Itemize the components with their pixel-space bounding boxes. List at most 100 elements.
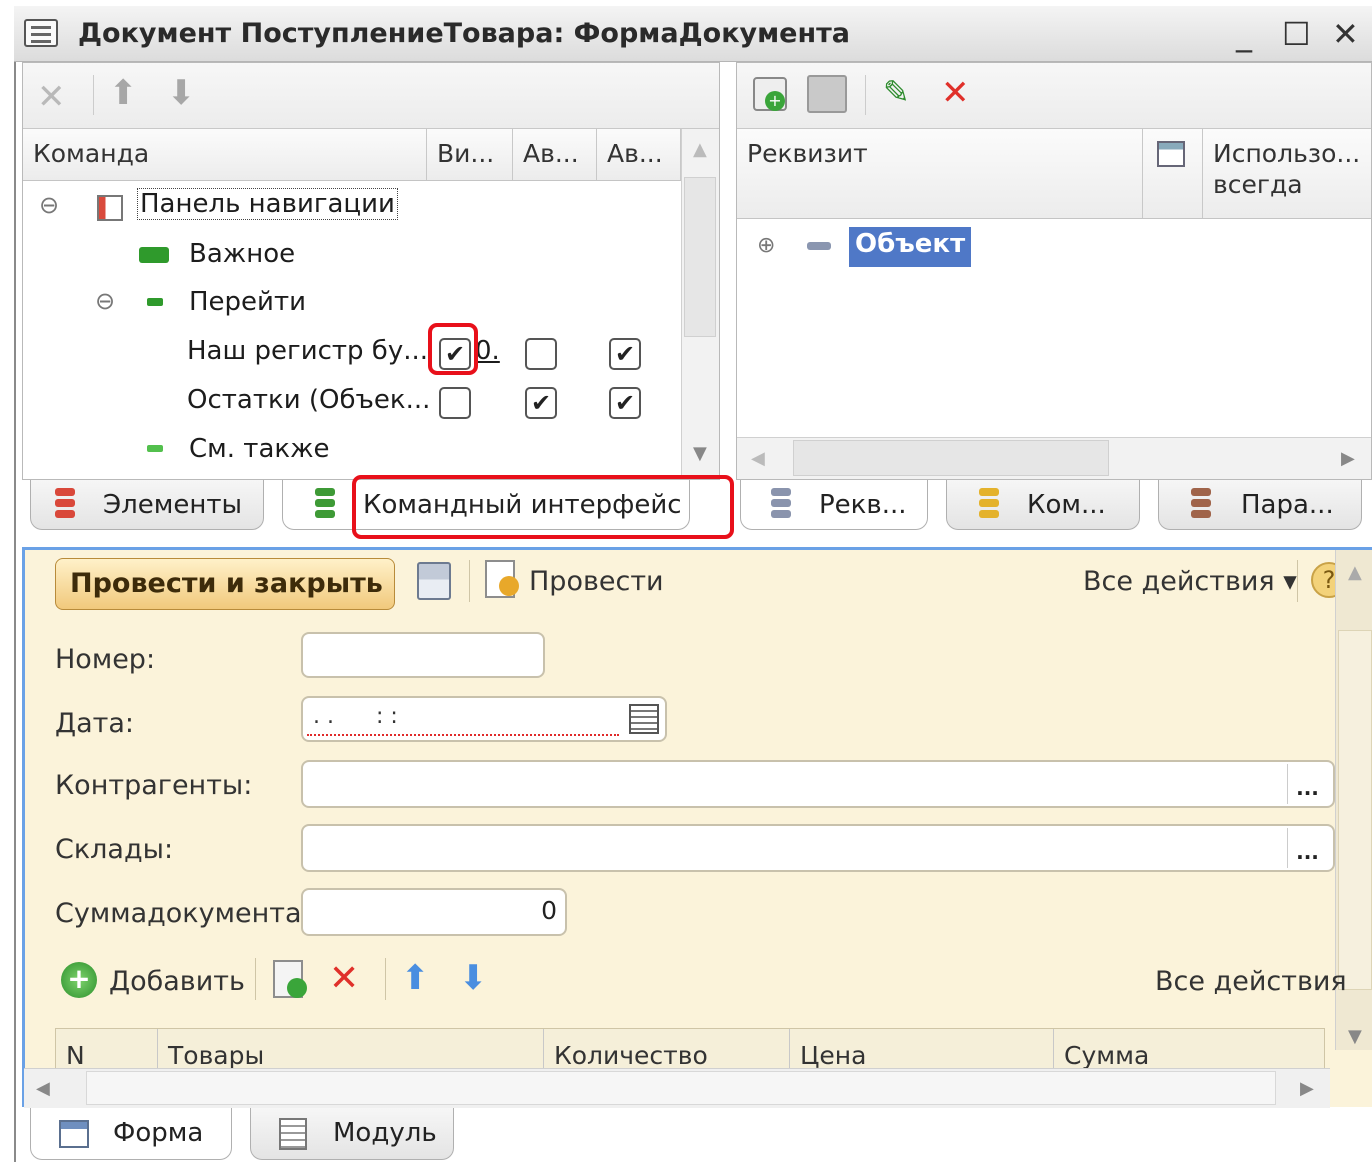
scroll-right-icon[interactable]: ▶ (1300, 1078, 1314, 1099)
copy-icon[interactable] (273, 960, 307, 998)
col-quantity[interactable]: Количество (544, 1029, 790, 1072)
auto1-checkbox-balances[interactable]: ✔ (525, 387, 557, 419)
scroll-down-icon[interactable]: ▼ (1348, 1026, 1362, 1047)
auto1-checkbox-register[interactable] (525, 338, 557, 370)
number-field[interactable] (301, 632, 545, 678)
close-button[interactable]: ✕ (1332, 16, 1359, 52)
collapse-icon[interactable]: ⊖ (39, 191, 59, 219)
sum-field[interactable]: 0 (301, 888, 567, 936)
move-down-icon[interactable]: ⬇ (459, 958, 488, 998)
scroll-up-icon[interactable]: ▲ (1348, 562, 1362, 583)
scroll-thumb[interactable] (86, 1071, 1276, 1105)
edit-icon[interactable]: ✎ (883, 73, 910, 111)
window-menu-icon[interactable] (24, 19, 58, 47)
select-button[interactable]: ... (1287, 764, 1327, 804)
delete-icon[interactable]: ✕ (329, 958, 359, 999)
form-hscrollbar[interactable]: ◀ ▶ (24, 1068, 1330, 1108)
move-up-icon[interactable]: ⬆ (109, 73, 138, 113)
col-use-always-line2: всегда (1213, 170, 1303, 199)
minimize-button[interactable]: _ (1236, 16, 1252, 52)
scroll-right-icon[interactable]: ▶ (1341, 448, 1355, 469)
tree-label: Наш регистр бу... (187, 336, 429, 366)
tab-elements[interactable]: Элементы (30, 480, 264, 530)
move-up-icon[interactable]: ⬆ (401, 958, 430, 998)
col-goods[interactable]: Товары (158, 1029, 544, 1072)
contractors-field[interactable]: ... (301, 760, 1335, 808)
date-field[interactable]: . . : : (301, 696, 667, 742)
scroll-up-icon[interactable]: ▲ (693, 139, 707, 160)
save-icon[interactable] (417, 562, 451, 600)
add-icon[interactable]: + (61, 962, 97, 998)
contractors-label: Контрагенты: (55, 770, 253, 801)
tab-parameters[interactable]: Пара... (1158, 480, 1362, 530)
tab-attributes[interactable]: Рекв... (740, 480, 928, 530)
auto2-checkbox-balances[interactable]: ✔ (609, 387, 641, 419)
commands-header: Команда Ви... Ав... Ав... (23, 129, 681, 181)
visible-checkbox-balances[interactable] (439, 387, 471, 419)
col-price[interactable]: Цена (790, 1029, 1054, 1072)
attributes-hscrollbar[interactable]: ◀ ▶ (737, 437, 1371, 479)
add-column-icon[interactable] (807, 75, 847, 113)
post-button[interactable]: Провести (529, 566, 664, 597)
scroll-thumb[interactable] (684, 177, 716, 337)
attributes-pane: + ✎ ✕ Реквизит Использо... всегда ⊕ Объе… (736, 62, 1372, 480)
table-all-actions[interactable]: Все действия (1155, 966, 1347, 997)
items-table-header: N Товары Количество Цена Сумма (55, 1028, 1325, 1072)
form-icon (59, 1120, 89, 1148)
col-sum[interactable]: Сумма (1054, 1029, 1326, 1072)
number-label: Номер: (55, 644, 156, 675)
form-preview: Провести и закрыть Провести Все действия… (22, 547, 1372, 1107)
divider (385, 958, 386, 1000)
warehouses-field[interactable]: ... (301, 824, 1335, 872)
elements-icon (55, 488, 75, 522)
tab-commands[interactable]: Ком... (946, 480, 1140, 530)
sum-value: 0 (541, 896, 557, 925)
expand-icon[interactable]: ⊕ (757, 233, 775, 258)
col-auto2[interactable]: Ав... (597, 129, 681, 180)
tab-form[interactable]: Форма (30, 1108, 232, 1160)
tree-label: Важное (189, 239, 296, 269)
group-icon (147, 445, 163, 452)
col-command[interactable]: Команда (23, 129, 427, 180)
table-icon (1157, 141, 1185, 167)
col-auto1[interactable]: Ав... (513, 129, 597, 180)
tab-label: Рекв... (819, 490, 907, 520)
col-type-icon[interactable] (1143, 129, 1203, 218)
tab-label: Элементы (103, 490, 243, 520)
commands-vscrollbar[interactable]: ▲ ▼ (681, 129, 719, 479)
select-button[interactable]: ... (1287, 828, 1327, 868)
auto2-checkbox-register[interactable]: ✔ (609, 338, 641, 370)
nav-panel-icon (97, 195, 123, 221)
col-visible[interactable]: Ви... (427, 129, 513, 180)
delete-icon[interactable]: ✕ (941, 73, 970, 113)
move-down-icon[interactable]: ⬇ (167, 73, 196, 113)
add-button[interactable]: Добавить (109, 966, 245, 997)
commands-toolbar: ✕ ⬆ ⬇ (23, 63, 719, 129)
all-actions-menu[interactable]: Все действия ▾ (1083, 566, 1297, 597)
delete-icon[interactable]: ✕ (37, 77, 66, 117)
calendar-icon[interactable] (629, 704, 659, 734)
group-icon (147, 298, 163, 306)
post-and-close-button[interactable]: Провести и закрыть (55, 558, 395, 610)
command-interface-icon (315, 488, 335, 522)
collapse-icon[interactable]: ⊖ (95, 287, 115, 315)
scroll-left-icon[interactable]: ◀ (36, 1078, 50, 1099)
divider (865, 75, 866, 115)
divider (1297, 560, 1298, 602)
maximize-button[interactable]: ☐ (1282, 16, 1311, 52)
scroll-thumb[interactable] (793, 440, 1109, 476)
scroll-left-icon[interactable]: ◀ (751, 448, 765, 469)
post-icon[interactable] (485, 560, 519, 598)
col-attribute[interactable]: Реквизит (737, 129, 1143, 218)
scroll-down-icon[interactable]: ▼ (693, 443, 707, 464)
col-n[interactable]: N (56, 1029, 158, 1072)
attributes-header: Реквизит Использо... всегда (737, 129, 1371, 219)
add-attribute-icon[interactable]: + (753, 77, 787, 111)
scroll-thumb[interactable] (1338, 630, 1372, 990)
tab-label: Ком... (1027, 490, 1106, 520)
date-label: Дата: (55, 708, 135, 739)
col-use-always-line1: Использо... (1213, 139, 1361, 168)
tab-module[interactable]: Модуль (250, 1108, 454, 1160)
col-use-always[interactable]: Использо... всегда (1203, 129, 1371, 218)
attributes-toolbar: + ✎ ✕ (737, 63, 1371, 129)
